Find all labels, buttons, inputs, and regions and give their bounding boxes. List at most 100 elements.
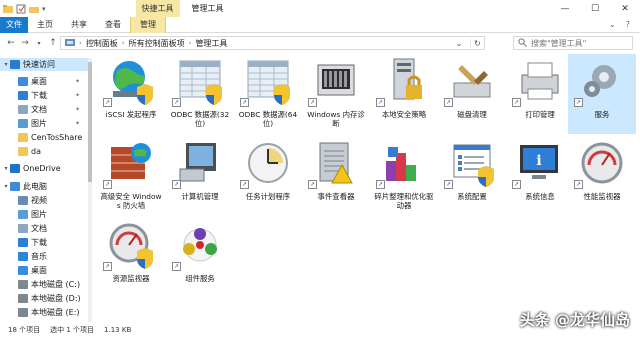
sidebar-scrollbar[interactable] bbox=[88, 58, 92, 322]
sidebar-item[interactable]: ▾ 此电脑 bbox=[0, 180, 92, 193]
item-label: 组件服务 bbox=[185, 274, 215, 283]
list-item[interactable]: ↗ 系统配置 bbox=[438, 136, 506, 216]
item-label: Windows 内存诊断 bbox=[307, 110, 365, 128]
shortcut-arrow-icon: ↗ bbox=[444, 180, 453, 189]
sidebar-item[interactable]: 桌面 ✦ bbox=[0, 75, 92, 88]
list-item[interactable]: ↗ ODBC 数据源(32 位) bbox=[166, 54, 234, 134]
back-arrow-icon[interactable]: ← bbox=[4, 38, 18, 48]
sidebar-item[interactable]: 本地磁盘 (C:) bbox=[0, 278, 92, 291]
list-item[interactable]: i ↗ 系统信息 bbox=[506, 136, 574, 216]
drive-icon bbox=[18, 294, 28, 303]
chevron-down-icon[interactable]: ▾ bbox=[2, 183, 10, 190]
address-dropdown-icon[interactable]: ⌄ bbox=[452, 39, 466, 48]
refresh-icon[interactable]: ↻ bbox=[470, 38, 484, 48]
sidebar-item[interactable]: 图片 ✦ bbox=[0, 117, 92, 130]
sidebar-item-label: OneDrive bbox=[23, 164, 61, 173]
recent-dropdown-icon[interactable]: ▾ bbox=[32, 40, 46, 47]
resource-monitor-icon bbox=[107, 221, 155, 269]
breadcrumb-all-items[interactable]: 所有控制面板项 bbox=[129, 38, 185, 49]
chevron-down-icon[interactable]: ▾ bbox=[2, 61, 10, 68]
forward-arrow-icon[interactable]: → bbox=[18, 38, 32, 48]
new-folder-icon[interactable] bbox=[29, 4, 39, 14]
sidebar-item[interactable]: 下载 ✦ bbox=[0, 89, 92, 102]
expand-ribbon-icon[interactable]: ⌄ bbox=[609, 20, 616, 29]
item-label: 碎片整理和优化驱动器 bbox=[374, 192, 434, 210]
shortcut-arrow-icon: ↗ bbox=[172, 98, 181, 107]
list-item[interactable]: ↗ iSCSI 发起程序 bbox=[97, 54, 165, 134]
sidebar-item[interactable]: ▾ OneDrive bbox=[0, 162, 92, 175]
sidebar-item[interactable]: 桌面 bbox=[0, 264, 92, 277]
shortcut-arrow-icon: ↗ bbox=[103, 98, 112, 107]
up-arrow-icon[interactable]: ↑ bbox=[46, 38, 60, 48]
breadcrumb-separator-icon: › bbox=[188, 39, 192, 47]
shortcut-arrow-icon: ↗ bbox=[512, 98, 521, 107]
sidebar-item[interactable]: da bbox=[0, 145, 92, 158]
list-item[interactable]: ↗ 性能监视器 bbox=[568, 136, 636, 216]
folder-icon[interactable] bbox=[3, 4, 13, 14]
watermark: 头条 @龙华仙岛 bbox=[519, 311, 630, 329]
sidebar-item[interactable]: 图片 bbox=[0, 208, 92, 221]
tab-file[interactable]: 文件 bbox=[0, 16, 28, 33]
file-list: ↗ iSCSI 发起程序 ↗ ODBC 数据源(32 位) ↗ ODBC 数据源(64 位… bbox=[94, 52, 640, 322]
tab-home[interactable]: 主页 bbox=[28, 17, 62, 33]
shortcut-arrow-icon: ↗ bbox=[240, 180, 249, 189]
list-item[interactable]: ↗ 事件查看器 bbox=[302, 136, 370, 216]
help-icon[interactable]: ? bbox=[626, 20, 630, 29]
list-item[interactable]: ↗ 资源监视器 bbox=[97, 218, 165, 298]
shortcut-arrow-icon: ↗ bbox=[172, 262, 181, 271]
list-item[interactable]: ↗ 任务计划程序 bbox=[234, 136, 302, 216]
shortcut-arrow-icon: ↗ bbox=[512, 180, 521, 189]
minimize-button[interactable]: — bbox=[550, 0, 580, 17]
customize-dropdown-icon[interactable]: ▾ bbox=[42, 5, 46, 13]
sidebar-item[interactable]: 下载 bbox=[0, 236, 92, 249]
pictures-icon bbox=[18, 210, 28, 219]
system-configuration-icon bbox=[448, 139, 496, 187]
list-item[interactable]: ↗ 本地安全策略 bbox=[370, 54, 438, 134]
breadcrumb-control-panel[interactable]: 控制面板 bbox=[86, 38, 118, 49]
tab-manage[interactable]: 管理 bbox=[130, 16, 166, 33]
chevron-down-icon[interactable]: ▾ bbox=[2, 165, 10, 172]
scrollbar-thumb[interactable] bbox=[88, 62, 92, 182]
sidebar-item[interactable]: 文档 bbox=[0, 222, 92, 235]
address-bar[interactable]: › 控制面板 › 所有控制面板项 › 管理工具 ⌄ ↻ bbox=[60, 36, 485, 50]
shortcut-arrow-icon: ↗ bbox=[574, 98, 583, 107]
pictures-icon bbox=[18, 119, 28, 128]
navigation-pane: ▾ 快速访问 桌面 ✦ 下载 ✦ 文档 ✦ 图片 ✦ CenTosShare da ▾ OneDrive ▾… bbox=[0, 58, 92, 322]
videos-icon bbox=[18, 196, 28, 205]
breadcrumb-admin-tools[interactable]: 管理工具 bbox=[195, 38, 227, 49]
desktop-icon bbox=[18, 77, 28, 86]
item-label: 计算机管理 bbox=[181, 192, 219, 201]
list-item[interactable]: ↗ 计算机管理 bbox=[166, 136, 234, 216]
folder-icon bbox=[18, 147, 28, 156]
folder-icon bbox=[18, 133, 28, 142]
sidebar-item[interactable]: ▾ 快速访问 bbox=[0, 58, 92, 71]
list-item[interactable]: ↗ 服务 bbox=[568, 54, 636, 134]
list-item[interactable]: ↗ 组件服务 bbox=[166, 218, 234, 298]
list-item[interactable]: ↗ 磁盘清理 bbox=[438, 54, 506, 134]
sidebar-item[interactable]: CenTosShare bbox=[0, 131, 92, 144]
sidebar-item-label: 图片 bbox=[31, 119, 47, 128]
item-label: 任务计划程序 bbox=[245, 192, 291, 201]
sidebar-item[interactable]: 文档 ✦ bbox=[0, 103, 92, 116]
sidebar-item-label: 音乐 bbox=[31, 252, 47, 261]
list-item[interactable]: ↗ 打印管理 bbox=[506, 54, 574, 134]
list-item[interactable]: ↗ Windows 内存诊断 bbox=[302, 54, 370, 134]
sidebar-item[interactable]: 视频 bbox=[0, 194, 92, 207]
sidebar-item[interactable]: 本地磁盘 (D:) bbox=[0, 292, 92, 305]
search-box[interactable]: 搜索"管理工具" bbox=[513, 36, 633, 50]
sidebar-item-label: 桌面 bbox=[31, 266, 47, 275]
pin-icon: ✦ bbox=[74, 78, 80, 85]
event-viewer-icon bbox=[312, 139, 360, 187]
tab-share[interactable]: 共享 bbox=[62, 17, 96, 33]
list-item[interactable]: ↗ 高级安全 Windows 防火墙 bbox=[97, 136, 165, 216]
maximize-button[interactable]: ☐ bbox=[580, 0, 610, 17]
close-button[interactable]: ✕ bbox=[610, 0, 640, 17]
sidebar-item[interactable]: 音乐 bbox=[0, 250, 92, 263]
sidebar-item[interactable]: 本地磁盘 (E:) bbox=[0, 306, 92, 319]
list-item[interactable]: ↗ 碎片整理和优化驱动器 bbox=[370, 136, 438, 216]
item-label: 本地安全策略 bbox=[381, 110, 427, 119]
properties-icon[interactable] bbox=[16, 4, 26, 14]
list-item[interactable]: ↗ ODBC 数据源(64 位) bbox=[234, 54, 302, 134]
navigation-bar: ← → ▾ ↑ › 控制面板 › 所有控制面板项 › 管理工具 ⌄ ↻ 搜索"管… bbox=[0, 34, 640, 52]
tab-view[interactable]: 查看 bbox=[96, 17, 130, 33]
